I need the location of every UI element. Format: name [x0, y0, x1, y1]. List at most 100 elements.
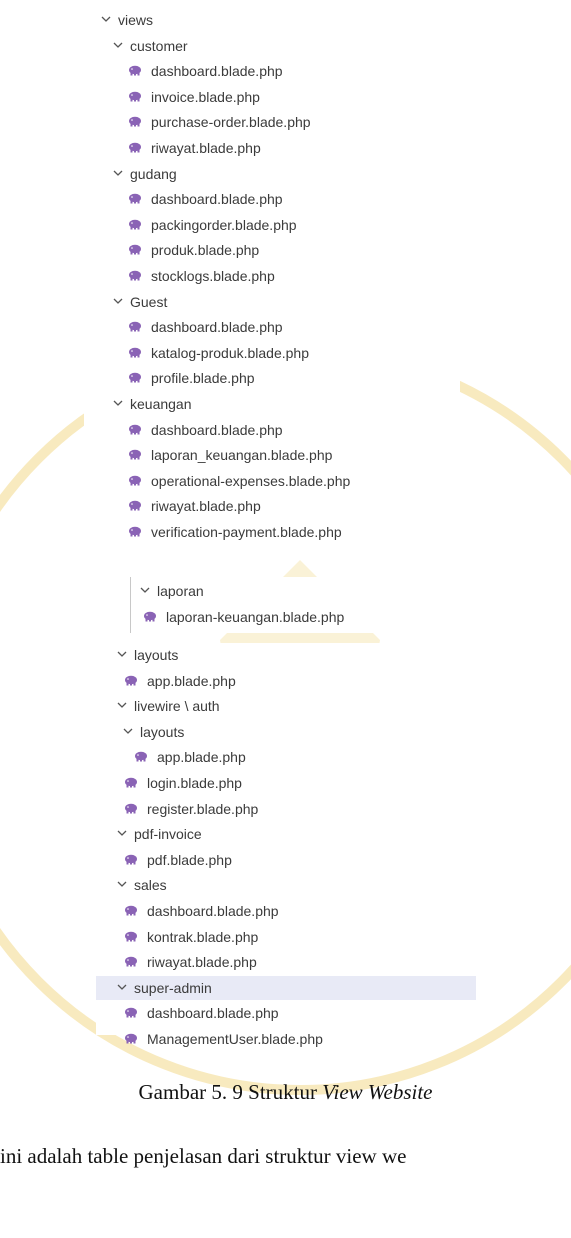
tree-item-label: laporan — [157, 583, 204, 599]
tree-file-item[interactable]: dashboard.blade.php — [96, 899, 476, 923]
tree-file-item[interactable]: invoice.blade.php — [84, 85, 460, 109]
tree-item-label: dashboard.blade.php — [151, 319, 283, 336]
tree-file-item[interactable]: kontrak.blade.php — [96, 925, 476, 949]
php-elephant-icon — [124, 905, 138, 917]
chevron-down-icon — [122, 725, 136, 739]
tree-item-label: login.blade.php — [147, 775, 242, 791]
tree-item-label: verification-payment.blade.php — [151, 524, 342, 540]
tree-item-label: profile.blade.php — [151, 370, 255, 387]
explorer-panel-laporan: laporan laporan-keuangan.blade.php — [115, 577, 445, 633]
tree-file-item[interactable]: login.blade.php — [96, 771, 476, 795]
tree-folder-gudang[interactable]: gudang — [84, 162, 460, 186]
tree-item-label: register.blade.php — [147, 800, 259, 817]
figure-caption: Gambar 5. 9 Struktur View Website — [0, 1080, 571, 1105]
tree-item-label: customer — [130, 37, 188, 54]
explorer-panel-views: views customer dashboard.blade.php invoice.… — [84, 8, 460, 554]
tree-item-label: katalog-produk.blade.php — [151, 344, 310, 361]
tree-folder-customer[interactable]: customer — [84, 34, 460, 58]
php-elephant-icon — [128, 475, 142, 487]
tree-file-item[interactable]: app.blade.php — [96, 745, 476, 769]
tree-item-label: laporan-keuangan.blade.php — [166, 609, 345, 625]
tree-item-label: livewire \ auth — [134, 698, 220, 715]
tree-item-label: gudang — [130, 165, 177, 182]
chevron-down-icon — [112, 397, 126, 411]
tree-file-item[interactable]: produk.blade.php — [84, 238, 460, 262]
tree-item-label: dashboard.blade.php — [147, 903, 279, 919]
tree-item-label: riwayat.blade.php — [147, 954, 257, 971]
tree-file-item[interactable]: dashboard.blade.php — [84, 187, 460, 211]
tree-file-item[interactable]: app.blade.php — [96, 669, 476, 693]
tree-folder-livewire-auth[interactable]: livewire \ auth — [96, 694, 476, 718]
tree-file-item[interactable]: riwayat.blade.php — [84, 136, 460, 160]
tree-item-label: pdf-invoice — [134, 826, 202, 843]
tree-folder-sales[interactable]: sales — [96, 873, 476, 897]
chevron-down-icon — [139, 584, 153, 598]
tree-folder-layouts[interactable]: layouts — [96, 720, 476, 744]
tree-file-item[interactable]: laporan_keuangan.blade.php — [84, 443, 460, 467]
tree-file-item[interactable]: packingorder.blade.php — [84, 213, 460, 237]
tree-folder-pdf-invoice[interactable]: pdf-invoice — [96, 822, 476, 846]
php-elephant-icon — [124, 931, 138, 943]
php-elephant-icon — [124, 1033, 138, 1045]
php-elephant-icon — [124, 956, 138, 968]
tree-item-label: app.blade.php — [157, 749, 246, 766]
tree-item-label: laporan_keuangan.blade.php — [151, 447, 333, 464]
tree-file-item[interactable]: riwayat.blade.php — [84, 494, 460, 518]
php-elephant-icon — [128, 244, 142, 256]
caption-italic-text: View Website — [322, 1080, 433, 1104]
tree-file-item[interactable]: riwayat.blade.php — [96, 950, 476, 974]
tree-folder-super-admin[interactable]: super-admin — [96, 975, 476, 1000]
php-elephant-icon — [143, 611, 157, 623]
tree-file-item[interactable]: pdf.blade.php — [96, 848, 476, 872]
tree-file-item[interactable]: profile.blade.php — [84, 366, 460, 390]
php-elephant-icon — [128, 65, 142, 77]
chevron-down-icon — [112, 295, 126, 309]
tree-folder-guest[interactable]: Guest — [84, 290, 460, 314]
tree-file-item[interactable]: dashboard.blade.php — [96, 1001, 476, 1025]
chevron-down-icon — [100, 13, 114, 27]
php-elephant-icon — [128, 500, 142, 512]
tree-item-label: invoice.blade.php — [151, 88, 260, 105]
tree-file-item[interactable]: stocklogs.blade.php — [84, 264, 460, 288]
tree-file-item[interactable]: laporan-keuangan.blade.php — [115, 605, 445, 629]
caption-text: Gambar 5. 9 Struktur — [138, 1080, 323, 1104]
tree-item-label: super-admin — [134, 979, 212, 996]
tree-file-item[interactable]: dashboard.blade.php — [84, 59, 460, 83]
tree-file-item[interactable]: operational-expenses.blade.php — [84, 469, 460, 493]
php-elephant-icon — [128, 142, 142, 154]
tree-folder-views[interactable]: views — [84, 8, 460, 32]
body-paragraph-text: ini adalah table penjelasan dari struktu… — [0, 1144, 407, 1168]
tree-item-label: stocklogs.blade.php — [151, 268, 275, 284]
chevron-down-icon — [116, 827, 130, 841]
php-elephant-icon — [124, 675, 138, 687]
tree-item-label: views — [118, 12, 154, 28]
tree-item-label: packingorder.blade.php — [151, 216, 297, 233]
tree-item-label: layouts — [134, 647, 179, 663]
tree-file-item[interactable]: dashboard.blade.php — [84, 315, 460, 339]
tree-file-item[interactable]: purchase-order.blade.php — [84, 110, 460, 134]
tree-file-item[interactable]: ManagementUser.blade.php — [96, 1027, 476, 1051]
tree-item-label: layouts — [140, 723, 185, 740]
chevron-down-icon — [116, 981, 130, 995]
php-elephant-icon — [128, 526, 142, 538]
chevron-down-icon — [112, 39, 126, 53]
tree-file-item[interactable]: verification-payment.blade.php — [84, 520, 460, 544]
tree-file-item[interactable]: register.blade.php — [96, 797, 476, 821]
tree-folder-keuangan[interactable]: keuangan — [84, 392, 460, 416]
tree-file-item[interactable]: dashboard.blade.php — [84, 418, 460, 442]
php-elephant-icon — [128, 424, 142, 436]
chevron-down-icon — [116, 648, 130, 662]
tree-item-label: dashboard.blade.php — [151, 63, 283, 80]
tree-folder-layouts[interactable]: layouts — [96, 643, 476, 667]
php-elephant-icon — [124, 854, 138, 866]
tree-item-label: dashboard.blade.php — [147, 1005, 279, 1022]
chevron-down-icon — [112, 167, 126, 181]
tree-folder-laporan[interactable]: laporan — [115, 579, 445, 603]
tree-item-label: pdf.blade.php — [147, 851, 232, 868]
php-elephant-icon — [128, 91, 142, 103]
tree-file-item[interactable]: katalog-produk.blade.php — [84, 341, 460, 365]
php-elephant-icon — [128, 270, 142, 282]
explorer-panel-layouts: layouts app.blade.php livewire \ auth layou… — [96, 643, 476, 1047]
tree-item-label: produk.blade.php — [151, 242, 260, 259]
tree-item-label: riwayat.blade.php — [151, 140, 261, 156]
